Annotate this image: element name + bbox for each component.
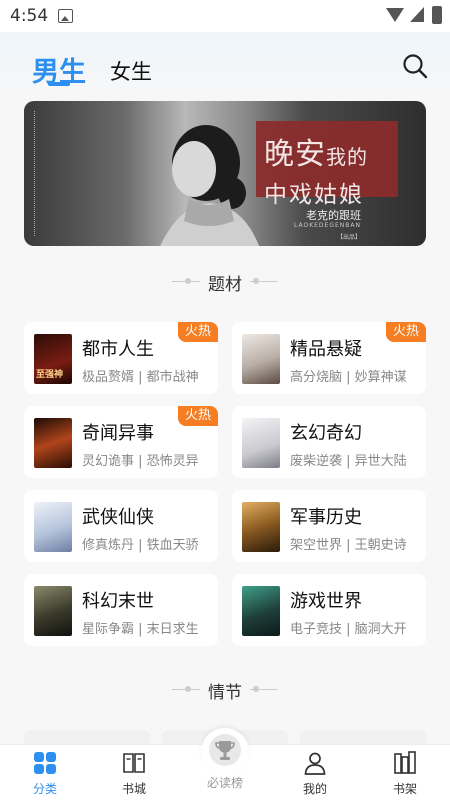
- signal-icon: [410, 7, 424, 22]
- book-cover: [242, 334, 280, 384]
- book-cover: [242, 502, 280, 552]
- section-title: 情节: [208, 683, 242, 703]
- category-tags: 废柴逆袭 | 异世大陆: [290, 454, 407, 469]
- banner-title-line2: 中戏姑娘: [264, 182, 364, 208]
- battery-icon: [432, 6, 442, 24]
- category-card-suspense[interactable]: 精品悬疑 高分烧脑 | 妙算神谋 火热: [232, 322, 426, 394]
- tab-label: 分类: [32, 782, 57, 796]
- category-card-strange[interactable]: 奇闻异事 灵幻诡事 | 恐怖灵异 火热: [24, 406, 218, 478]
- tab-category[interactable]: 分类: [15, 749, 75, 797]
- grid-icon: [34, 752, 56, 774]
- status-bar: 4:54: [0, 0, 450, 32]
- category-tags: 星际争霸 | 末日求生: [82, 622, 199, 637]
- book-cover: [242, 418, 280, 468]
- book-cover: [34, 502, 72, 552]
- banner-title: 晚安我的 中戏姑娘: [264, 129, 368, 209]
- banner-decor-line: [34, 111, 43, 236]
- book-cover: [34, 418, 72, 468]
- divider-line: [250, 689, 278, 690]
- tab-label: 书城: [121, 782, 146, 796]
- section-topics-header: 题材: [0, 270, 450, 295]
- divider-dot: [185, 686, 191, 692]
- category-tags: 灵幻诡事 | 恐怖灵异: [82, 454, 199, 469]
- category-card-game[interactable]: 游戏世界 电子竞技 | 脑洞大开: [232, 574, 426, 646]
- tab-bookshelf[interactable]: 书架: [375, 749, 435, 797]
- category-title: 都市人生: [82, 339, 154, 360]
- image-notification-icon: [58, 9, 73, 23]
- tab-must-read[interactable]: 必读榜: [197, 728, 253, 791]
- wifi-icon: [386, 8, 404, 22]
- divider-dot: [185, 278, 191, 284]
- divider-line: [250, 281, 278, 282]
- category-tags: 修真炼丹 | 铁血天骄: [82, 538, 199, 553]
- category-card-military[interactable]: 军事历史 架空世界 | 王朝史诗: [232, 490, 426, 562]
- book-cover: [242, 586, 280, 636]
- banner-title-big: 晚安: [264, 137, 326, 172]
- tab-label: 我的: [302, 782, 327, 796]
- tab-active-indicator: [48, 82, 70, 86]
- section-title: 题材: [208, 275, 242, 295]
- category-title: 奇闻异事: [82, 423, 154, 444]
- tab-bookstore[interactable]: 书城: [104, 749, 164, 797]
- tab-mine[interactable]: 我的: [285, 749, 345, 797]
- category-tags: 高分烧脑 | 妙算神谋: [290, 370, 407, 385]
- bookshelf-icon: [394, 751, 416, 774]
- category-tags: 电子竞技 | 脑洞大开: [290, 622, 407, 637]
- banner-pinyin: LAOKEDEGENBAN: [294, 222, 361, 229]
- category-title: 军事历史: [290, 507, 362, 528]
- category-tags: 架空世界 | 王朝史诗: [290, 538, 407, 553]
- category-tags: 极品赘婿 | 都市战神: [82, 370, 199, 385]
- section-plots-header: 情节: [0, 678, 450, 703]
- category-title: 玄幻奇幻: [290, 423, 362, 444]
- category-title: 科幻末世: [82, 591, 154, 612]
- trophy-icon: [215, 741, 235, 760]
- banner-portrait-image: [160, 125, 259, 246]
- book-cover: 至强神: [34, 334, 72, 384]
- category-card-fantasy[interactable]: 玄幻奇幻 废柴逆袭 | 异世大陆: [232, 406, 426, 478]
- banner-title-small: 我的: [326, 145, 368, 169]
- hot-badge: 火热: [178, 406, 218, 426]
- tab-label: 必读榜: [206, 776, 243, 790]
- category-title: 游戏世界: [290, 591, 362, 612]
- category-title: 精品悬疑: [290, 339, 362, 360]
- book-icon: [123, 753, 145, 773]
- cover-text: 至强神: [36, 370, 64, 380]
- person-icon: [304, 752, 326, 775]
- hot-badge: 火热: [178, 322, 218, 342]
- banner-author: 老克的跟班: [306, 209, 361, 222]
- top-header: 男生 女生: [0, 32, 450, 94]
- bottom-tab-bar: 分类 书城 必读榜 我的 书架: [0, 728, 450, 801]
- category-card-urban[interactable]: 至强神 都市人生 极品赘婿 | 都市战神 火热: [24, 322, 218, 394]
- category-card-wuxia[interactable]: 武侠仙侠 修真炼丹 | 铁血天骄: [24, 490, 218, 562]
- book-cover: [34, 586, 72, 636]
- tab-female[interactable]: 女生: [110, 56, 152, 86]
- hot-badge: 火热: [386, 322, 426, 342]
- category-title: 武侠仙侠: [82, 507, 154, 528]
- search-icon[interactable]: [402, 53, 428, 79]
- banner-tag: 【出品】: [337, 234, 362, 241]
- promo-banner[interactable]: 晚安我的 中戏姑娘 老克的跟班 LAOKEDEGENBAN 【出品】: [24, 101, 426, 246]
- status-time: 4:54: [10, 6, 49, 26]
- tab-label: 书架: [392, 782, 417, 796]
- must-read-circle: [201, 728, 249, 776]
- category-card-scifi[interactable]: 科幻末世 星际争霸 | 末日求生: [24, 574, 218, 646]
